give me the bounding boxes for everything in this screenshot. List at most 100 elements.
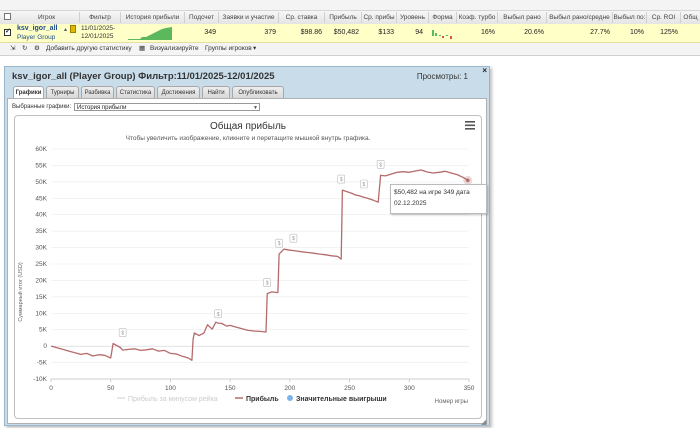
y-tick-label: 30K: [35, 245, 47, 252]
col-turbo[interactable]: Коэф. турбо: [457, 12, 498, 23]
late-value: 10%: [629, 29, 644, 36]
y-tick-label: 0: [43, 343, 47, 350]
charts-panel: Выбранные графики: История прибыли ▼ Общ…: [7, 98, 487, 424]
y-tick-label: -5K: [37, 360, 48, 367]
chart-icon[interactable]: ▦: [139, 43, 145, 54]
add-stat-link[interactable]: Добавить другую статистику: [46, 43, 132, 54]
profit-history-sparkline[interactable]: [128, 26, 172, 40]
grid-header-row: Игрок Фильтр История прибыли Подсчет Зая…: [0, 10, 700, 25]
big-win-marker-glyph: $: [340, 177, 343, 183]
menu-icon[interactable]: [465, 121, 475, 130]
chevron-down-icon[interactable]: ▾: [253, 43, 256, 54]
chart-title: Общая прибыль: [210, 120, 286, 132]
x-tick-label: 250: [344, 385, 355, 392]
flag-icon[interactable]: ▴: [64, 26, 67, 33]
col-early[interactable]: Выбыл рано: [498, 12, 547, 23]
profit-value: $50,482: [333, 29, 359, 36]
dialog-title: ksv_igor_all (Player Group) Фильтр:11/01…: [12, 71, 275, 82]
col-early-mid[interactable]: Выбыл рано/средне: [547, 12, 613, 23]
y-tick-label: 35K: [35, 228, 47, 235]
level-value: 94: [415, 29, 423, 36]
col-entries[interactable]: Заявки и участие: [219, 12, 279, 23]
col-profit[interactable]: Прибыль: [325, 12, 362, 23]
big-win-marker-glyph: $: [121, 331, 124, 337]
refresh-icon[interactable]: ↻: [22, 43, 27, 54]
x-tick-label: 200: [284, 385, 295, 392]
big-win-marker[interactable]: $: [275, 238, 283, 248]
col-avg-stake[interactable]: Ср. ставка: [279, 12, 325, 23]
tab-tournaments[interactable]: Турниры: [46, 86, 79, 98]
chart-subtitle: Чтобы увеличить изображение, кликните и …: [126, 134, 371, 142]
early-value: 20.6%: [524, 29, 544, 36]
tooltip-line-2: 02.12.2025: [394, 200, 427, 207]
y-tick-label: 60K: [35, 146, 47, 153]
col-level[interactable]: Уровень: [397, 12, 429, 23]
check-mark-icon: ✓: [5, 28, 11, 35]
table-row[interactable]: ✓ ksv_igor_all Player Group ▴ 11/01/2025…: [0, 24, 700, 43]
entries-value: 379: [264, 29, 276, 36]
profit-chart-container[interactable]: Общая прибыль Чтобы увеличить изображени…: [14, 115, 487, 419]
col-filter[interactable]: Фильтр: [80, 12, 121, 23]
filter-to: 12/01/2025: [81, 33, 114, 40]
legend-item-rakeback-profit[interactable]: Прибыль за минусом рейка: [128, 395, 218, 403]
player-groups-menu[interactable]: Группы игроков: [205, 43, 252, 54]
big-win-marker-glyph: $: [217, 312, 220, 318]
big-win-marker-glyph: $: [292, 236, 295, 242]
avg-stake-value: $98.86: [300, 29, 322, 36]
big-win-marker-glyph: $: [266, 281, 269, 287]
filter-from: 11/01/2025-: [81, 25, 116, 32]
col-profit-history[interactable]: История прибыли: [121, 12, 185, 23]
legend-item-profit[interactable]: Прибыль: [246, 395, 279, 403]
chevron-down-icon: ▼: [253, 105, 258, 111]
y-tick-label: 5K: [39, 327, 48, 334]
big-win-marker[interactable]: $: [263, 278, 271, 287]
tab-find[interactable]: Найти: [202, 86, 230, 98]
big-win-marker-glyph: $: [278, 241, 281, 247]
resize-handle-icon[interactable]: ◢: [481, 418, 486, 426]
tab-publish[interactable]: Опубликовать: [232, 86, 284, 98]
x-tick-label: 50: [107, 385, 115, 392]
col-form[interactable]: Форма: [429, 12, 457, 23]
col-roi[interactable]: Ср. ROI: [647, 12, 681, 23]
big-win-marker[interactable]: $: [214, 309, 222, 319]
note-icon[interactable]: [70, 25, 76, 33]
big-win-marker-glyph: $: [379, 162, 382, 168]
y-tick-label: 50K: [35, 179, 47, 186]
tab-breakdown[interactable]: Разбивка: [81, 86, 114, 98]
views-counter: Просмотры: 1: [416, 72, 468, 81]
tab-charts[interactable]: Графики: [13, 86, 44, 98]
move-icon[interactable]: ⇲: [10, 43, 15, 54]
col-total[interactable]: Общ: [681, 12, 700, 23]
big-win-marker[interactable]: $: [289, 233, 298, 243]
stats-grid: Игрок Фильтр История прибыли Подсчет Зая…: [0, 0, 700, 56]
player-dialog: ksv_igor_all (Player Group) Фильтр:11/01…: [4, 66, 490, 426]
col-avg-profit[interactable]: Ср. прибы: [362, 12, 397, 23]
tab-statistics[interactable]: Статистика: [116, 86, 155, 98]
select-all-checkbox[interactable]: [4, 13, 11, 20]
hover-point[interactable]: [466, 178, 470, 183]
col-player[interactable]: Игрок: [14, 12, 80, 23]
settings-icon[interactable]: ⚙: [34, 43, 40, 54]
big-win-marker[interactable]: $: [360, 179, 368, 189]
selected-charts-label: Выбранные графики:: [12, 104, 72, 110]
big-win-marker[interactable]: $: [118, 328, 127, 337]
x-tick-label: 100: [165, 385, 176, 392]
player-name-link[interactable]: ksv_igor_all: [17, 25, 57, 32]
y-axis-label: Суммарный итог (USD): [17, 262, 24, 321]
col-count[interactable]: Подсчет: [185, 12, 219, 23]
avg-profit-value: $133: [378, 29, 394, 36]
visualize-link[interactable]: Визуализируйте: [150, 43, 199, 54]
tab-achievements[interactable]: Достижения: [157, 86, 200, 98]
col-late[interactable]: Выбыл по:: [613, 12, 647, 23]
y-tick-label: 25K: [35, 261, 47, 268]
big-win-marker[interactable]: $: [337, 174, 346, 184]
chart-select[interactable]: История прибыли ▼: [74, 103, 260, 111]
tooltip-line-1: $50,482 на игре 349 дата: [394, 189, 470, 196]
profit-chart[interactable]: Общая прибыль Чтобы увеличить изображени…: [15, 116, 481, 418]
close-icon[interactable]: ×: [482, 66, 487, 75]
legend-item-big-wins[interactable]: Значительные выигрыши: [296, 396, 387, 403]
big-win-marker[interactable]: $: [376, 159, 385, 169]
form-mini-chart: [432, 30, 452, 39]
chart-select-value: История прибыли: [77, 105, 127, 111]
y-tick-label: 20K: [35, 277, 47, 284]
